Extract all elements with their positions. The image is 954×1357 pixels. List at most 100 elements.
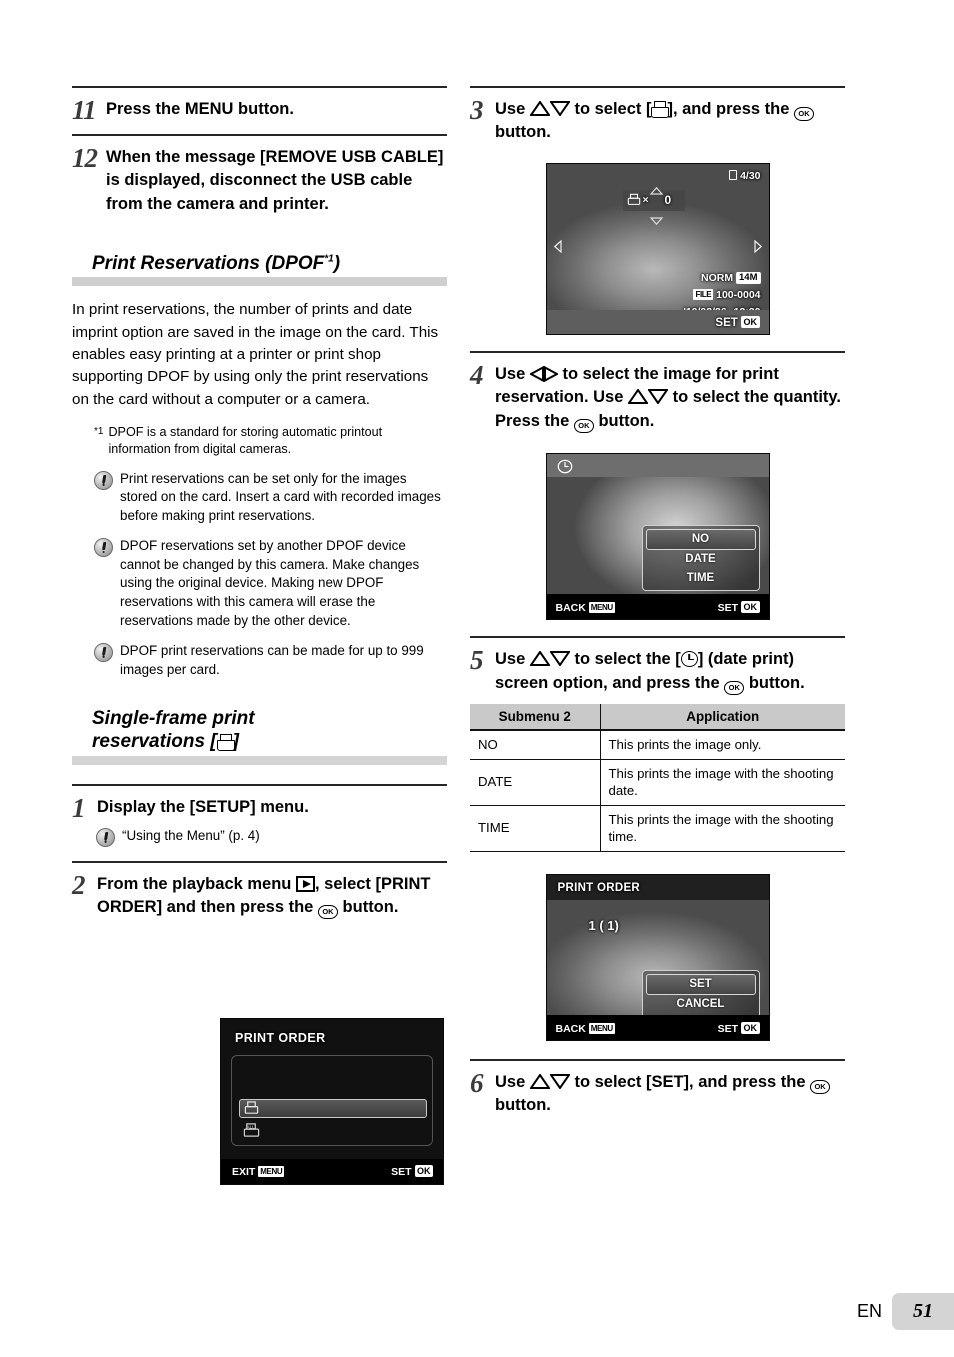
exit-label: EXIT MENU bbox=[232, 1166, 285, 1178]
step-number: 6 bbox=[470, 1067, 484, 1098]
table-cell-application: This prints the image with the shooting … bbox=[600, 805, 845, 852]
set-text: SET bbox=[717, 602, 739, 615]
screen-title: PRINT ORDER bbox=[557, 881, 641, 894]
step-text: Display the [SETUP] menu. bbox=[97, 797, 309, 816]
ok-button-icon: OK bbox=[724, 680, 745, 695]
menu-item-print-all[interactable]: ALL bbox=[243, 1122, 260, 1139]
table-row: NO This prints the image only. bbox=[470, 729, 845, 760]
step-number: 11 bbox=[72, 95, 97, 125]
clock-icon bbox=[680, 651, 698, 668]
note-text: “Using the Menu” (p. 4) bbox=[122, 827, 260, 843]
back-text: BACK bbox=[555, 1022, 586, 1035]
ok-button-icon: OK bbox=[794, 107, 814, 121]
date-option-no[interactable]: NO bbox=[645, 529, 756, 551]
table-row: DATE This prints the image with the shoo… bbox=[470, 759, 845, 806]
svg-text:ALL: ALL bbox=[246, 1125, 255, 1131]
clock-icon bbox=[557, 459, 573, 474]
ok-button-icon: OK bbox=[317, 905, 338, 920]
table-cell-submenu: TIME bbox=[470, 805, 601, 852]
note-text: Print reservations can be set only for t… bbox=[120, 470, 441, 524]
set-label: SET OK bbox=[391, 1165, 433, 1178]
up-arrow-icon bbox=[528, 650, 551, 668]
step-2: 2 From the playback menu , select [PRINT… bbox=[72, 863, 447, 930]
step-text: Use to select [], and press the OK butto… bbox=[487, 95, 845, 145]
step-text-c: button. bbox=[495, 1096, 551, 1115]
confirm-option-set[interactable]: SET bbox=[645, 973, 756, 995]
quality-text: NORM bbox=[701, 271, 734, 284]
step-text: Use to select [SET], and press the OK bu… bbox=[487, 1068, 845, 1118]
right-arrow-icon bbox=[543, 365, 559, 383]
confirm-option-cancel[interactable]: CANCEL bbox=[643, 995, 759, 1014]
note-text: DPOF reservations set by another DPOF de… bbox=[120, 537, 420, 629]
image-size-chip: 14M bbox=[736, 271, 761, 284]
exclamation-icon bbox=[94, 642, 113, 680]
menu-chip: MENU bbox=[588, 602, 615, 614]
step-number: 12 bbox=[72, 143, 98, 173]
file-number-row: FILE 100-0004 bbox=[693, 288, 761, 301]
print-single-icon bbox=[244, 1101, 259, 1116]
step-text: Use to select the image for print reserv… bbox=[487, 360, 845, 433]
step-text-b: to select [ bbox=[569, 100, 652, 118]
screen-title: PRINT ORDER bbox=[235, 1031, 326, 1045]
screen-image-select: 4/30 × 0 NORM 14M FILE 100-0004 SET OK bbox=[545, 162, 770, 335]
step-text-d: button. bbox=[744, 673, 805, 692]
right-arrow-icon[interactable] bbox=[753, 239, 762, 258]
right-column: 3 Use to select [ ], and press the OK but… bbox=[470, 86, 845, 1128]
print-single-icon bbox=[216, 734, 235, 752]
step-4: 4 Use to select the image for print rese… bbox=[470, 353, 845, 437]
note-item: DPOF print reservations can be made for … bbox=[72, 642, 447, 680]
step-text-prefix: Press the bbox=[106, 100, 185, 118]
table-cell-application: This prints the image only. bbox=[600, 729, 845, 760]
down-arrow-icon[interactable] bbox=[649, 212, 663, 230]
step-3: 3 Use to select [], and press the OK but… bbox=[470, 88, 845, 149]
down-arrow-icon bbox=[548, 650, 571, 668]
step-5: 5 Use to select the [] (date print) scre… bbox=[470, 638, 845, 697]
step-text-a: Use bbox=[495, 364, 530, 383]
up-arrow-icon[interactable] bbox=[649, 182, 663, 200]
submenu-application-table: Submenu 2 Application NO This prints the… bbox=[470, 703, 845, 852]
step-text-d: button. bbox=[495, 123, 551, 142]
up-arrow-icon bbox=[627, 388, 649, 406]
exclamation-icon bbox=[96, 827, 115, 852]
screen-date-print: NO DATE TIME BACK MENU SET OK bbox=[545, 453, 770, 621]
section-heading: Print Reservations (DPOF*1) bbox=[72, 252, 447, 275]
step-text: When the message [REMOVE USB CABLE] is d… bbox=[106, 148, 444, 213]
section-title-superscript: *1 bbox=[324, 253, 334, 265]
screen-top-bar bbox=[546, 454, 769, 478]
subsection-line1: Single-frame print bbox=[92, 708, 255, 730]
down-arrow-icon bbox=[548, 100, 571, 118]
step-6: 6 Use to select [SET], and press the OK … bbox=[470, 1061, 845, 1128]
step-12: 12 When the message [REMOVE USB CABLE] i… bbox=[72, 136, 447, 226]
date-option-date[interactable]: DATE bbox=[643, 550, 759, 569]
file-number-text: 100-0004 bbox=[716, 288, 761, 301]
date-option-time[interactable]: TIME bbox=[643, 569, 759, 588]
table-header-row: Submenu 2 Application bbox=[470, 703, 845, 731]
menu-chip: MENU bbox=[258, 1166, 285, 1177]
step-number: 4 bbox=[470, 359, 484, 390]
menu-item-print-single[interactable] bbox=[239, 1099, 427, 1118]
table-cell-application: This prints the image with the shooting … bbox=[600, 759, 845, 806]
exclamation-icon bbox=[94, 470, 113, 526]
step-number: 1 bbox=[72, 792, 86, 823]
step-number: 5 bbox=[470, 645, 484, 676]
ok-button-icon: OK bbox=[810, 1079, 831, 1094]
down-arrow-icon bbox=[647, 388, 669, 406]
step-11: 11 Press the MENU button. bbox=[72, 88, 447, 134]
footnote: *1 DPOF is a standard for storing automa… bbox=[72, 424, 447, 459]
back-label: BACK MENU bbox=[556, 602, 615, 614]
subsection-heading: Single-frame print reservations [] bbox=[72, 707, 447, 753]
step-number: 3 bbox=[470, 95, 484, 125]
exit-text: EXIT bbox=[232, 1166, 256, 1178]
left-column: 11 Press the MENU button. 12 When the me… bbox=[72, 86, 447, 1185]
ok-chip: OK bbox=[741, 1021, 760, 1034]
footnote-mark: *1 bbox=[94, 426, 104, 438]
set-label: SET OK bbox=[718, 601, 760, 614]
back-label: BACK MENU bbox=[555, 1022, 615, 1035]
ok-chip: OK bbox=[741, 315, 760, 328]
file-chip: FILE bbox=[693, 288, 714, 300]
step-text-a: Use bbox=[495, 650, 530, 669]
step-text-c: ], and press the bbox=[667, 100, 794, 118]
set-label: SET OK bbox=[718, 1021, 760, 1035]
left-arrow-icon[interactable] bbox=[553, 239, 562, 258]
quantity-multiply-symbol: × bbox=[642, 193, 649, 206]
